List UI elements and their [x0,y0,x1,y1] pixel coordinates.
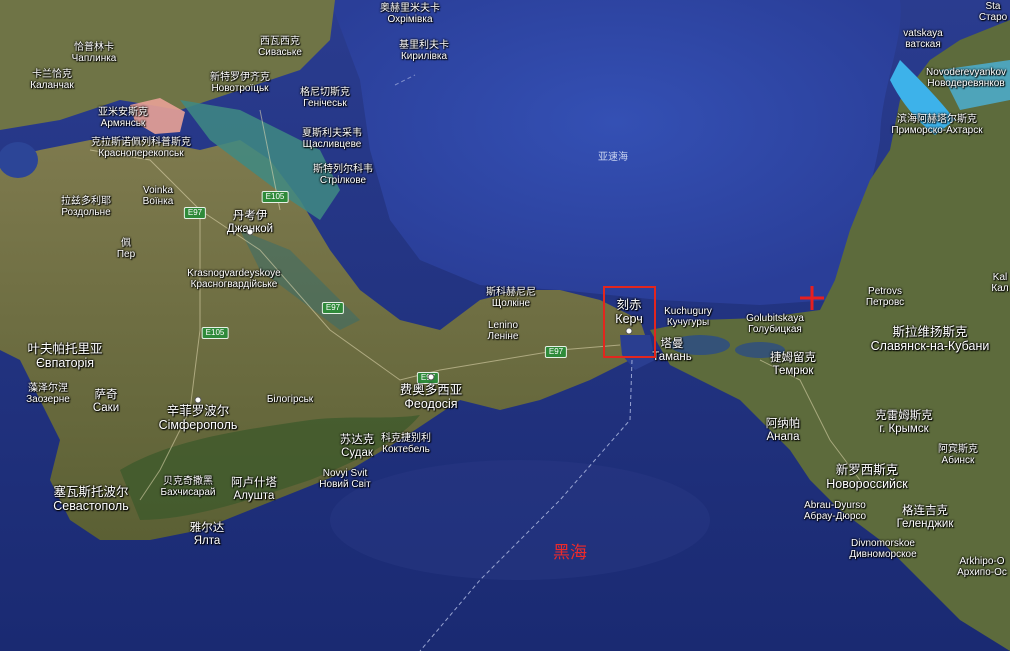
place-label-kalininskaya[interactable]: Kal Кал [991,272,1008,294]
place-label-novyisvit[interactable]: Novyi Svit Новий Світ [319,468,370,490]
place-label-anapa[interactable]: 阿纳帕 Анапа [766,418,801,444]
place-label-lenine[interactable]: Lenino Леніне [488,320,519,342]
place-label-petrovskaya[interactable]: Petrovs Петровс [866,286,904,308]
place-label-simferopol[interactable]: 辛菲罗波尔 Сімферополь [159,404,238,432]
place-label-krasnoperekopsk[interactable]: 克拉斯诺佩列科普斯克 Красноперекопськ [91,137,191,159]
place-label-arkhipo[interactable]: Arkhipo-O Архипо-Ос [957,556,1007,578]
place-label-sudak[interactable]: 苏达克 Судак [340,434,375,460]
place-label-staro[interactable]: Sta Старо [979,1,1007,23]
place-label-abraudyurso[interactable]: Abrau-Dyurso Абрау-Дюрсо [804,500,866,522]
place-label-primorsko[interactable]: 滨海阿赫塔尔斯克 Приморско-Ахтарск [891,114,982,136]
place-label-divnomorskoe[interactable]: Divnomorskoe Дивноморское [849,538,916,560]
place-label-chaplynka[interactable]: 恰普林卡 Чаплинка [72,42,117,64]
black-sea-label: 黑海 [553,543,587,562]
road-shield: E97 [544,346,568,358]
place-label-sevastopol[interactable]: 塞瓦斯托波尔 Севастополь [53,485,128,513]
place-label-krasnogvardeyskoye[interactable]: Krasnogvardeyskoye Красногвардійське [187,268,280,290]
place-label-saky[interactable]: 萨奇 Саки [93,389,119,415]
place-label-syvaske[interactable]: 西瓦西克 Сиваське [258,36,302,58]
cross-marker-icon [800,286,824,310]
place-label-yalta[interactable]: 雅尔达 Ялта [190,522,225,548]
place-label-shchaslyvtseve[interactable]: 夏斯利夫采韦 Щасливцеве [302,128,362,150]
simferopol-city-dot [194,396,202,404]
place-label-kuchugury[interactable]: Kuchugury Кучугуры [664,306,712,328]
place-label-koktebel[interactable]: 科克捷别利 Коктебель [381,433,431,455]
azov-sea-label: 亚速海 [598,152,628,163]
road-shield: E105 [201,327,229,339]
dzhankoi-city-dot [246,228,254,236]
place-label-rozdolne[interactable]: 拉兹多利耶 Роздольне [61,196,111,218]
feodosia-city-dot [427,373,435,381]
place-label-slavyansk[interactable]: 斯拉维扬斯克 Славянск-на-Кубани [871,325,990,353]
place-label-taman[interactable]: 塔曼 Тамань [652,338,692,364]
place-label-starovelichkovskaya[interactable]: vatskaya ватская [903,28,942,50]
road-shield: E97 [183,207,207,219]
place-label-kyrylivka[interactable]: 基里利夫卡 Кирилівка [399,40,449,62]
place-label-gelendzhik[interactable]: 格连吉克 Геленджик [897,505,954,531]
place-label-yevpatoria[interactable]: 叶夫帕托里亚 Євпаторія [27,342,102,370]
place-label-voinka[interactable]: Voinka Воїнка [143,185,174,207]
place-label-zaozerne[interactable]: 藻泽尔涅 Заозерне [26,383,70,405]
place-label-bilohirsk[interactable]: Білогірськ [267,394,313,405]
place-label-novoderevyankovskaya[interactable]: Novoderevyankov Новодеревянков [926,67,1006,89]
place-label-pervomaiske[interactable]: 佩 Пер [117,238,135,260]
road-shield: E97 [321,302,345,314]
place-label-novotroitske[interactable]: 新特罗伊齐克 Новотроїцьк [210,72,270,94]
kerch-highlight-box [603,286,656,358]
place-label-khorly[interactable]: 奥赫里米夫卡 Охрімівка [380,3,440,25]
place-label-feodosia[interactable]: 费奥多西亚 Феодосія [400,383,463,411]
place-label-temryuk[interactable]: 捷姆留克 Темрюк [770,352,816,378]
place-label-bakhchysarai[interactable]: 贝克奇撒黑 Бахчисарай [161,476,216,498]
place-label-shcholkine[interactable]: 斯科赫尼尼 Щолкіне [486,287,536,309]
place-label-alushta[interactable]: 阿卢什塔 Алушта [231,477,277,503]
place-label-armiansk[interactable]: 亚米安斯克 Армянськ [98,107,148,129]
road-shield: E105 [261,191,289,203]
place-label-kalanchak[interactable]: 卡兰恰克 Каланчак [30,69,73,91]
place-label-novorossiysk[interactable]: 新罗西斯克 Новороссийск [826,463,908,491]
place-label-henichesk[interactable]: 格尼切斯克 Генічеськ [300,87,350,109]
satellite-map[interactable]: 亚速海 黑海 E97 E105 E97 E105 E97 E97 奥赫里米夫卡О… [0,0,1010,651]
place-label-golubitskaya[interactable]: Golubitskaya Голубицкая [746,313,804,335]
place-label-strilkove[interactable]: 斯特列尔科韦 Стрілкове [313,164,373,186]
place-label-abinsk[interactable]: 阿宾斯克 Абинск [938,444,978,466]
place-label-krymsk[interactable]: 克雷姆斯克 г. Крымск [875,410,933,436]
